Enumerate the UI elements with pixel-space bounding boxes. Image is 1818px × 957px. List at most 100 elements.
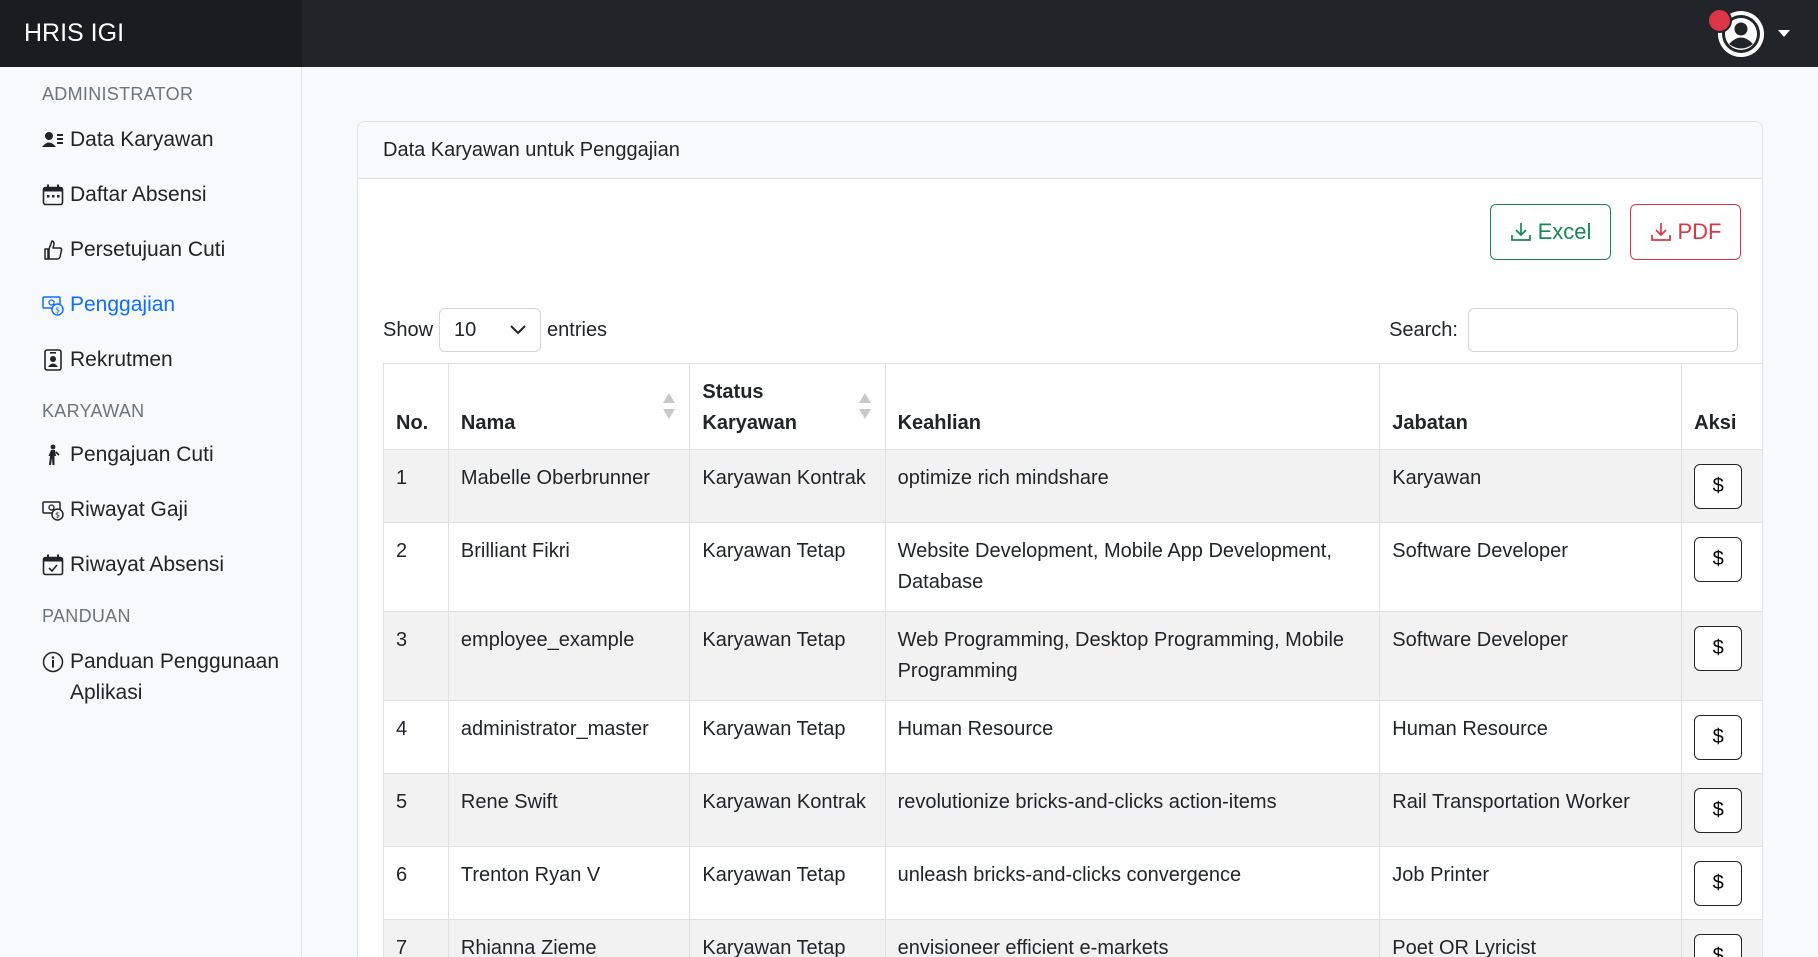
sidebar-item-label: Penggajian <box>70 293 176 316</box>
cell-nama: Rhianna Zieme <box>447 919 691 957</box>
pay-salary-button[interactable]: $ <box>1694 537 1743 582</box>
export-pdf-label: PDF <box>1677 219 1722 244</box>
cell-aksi: $ <box>1681 773 1762 847</box>
table-row: 2 Brilliant Fikri Karyawan Tetap Website De… <box>383 522 1762 612</box>
cell-aksi: $ <box>1681 846 1762 920</box>
pay-salary-button[interactable]: $ <box>1694 715 1743 760</box>
sidebar-item-label: Riwayat Gaji <box>70 498 188 521</box>
column-header-aksi[interactable]: Aksi <box>1681 363 1762 450</box>
pay-salary-button[interactable]: $ <box>1694 934 1743 957</box>
cell-nama: administrator_master <box>447 700 691 774</box>
person-badge-icon <box>42 349 64 371</box>
table-row: 6 Trenton Ryan V Karyawan Tetap unleash bri… <box>383 846 1762 920</box>
notification-badge <box>1707 7 1732 33</box>
cell-nama: Trenton Ryan V <box>447 846 691 920</box>
export-excel-label: Excel <box>1537 219 1592 244</box>
calendar-icon <box>42 184 64 206</box>
cell-jabatan: Rail Transportation Worker <box>1379 773 1683 847</box>
cell-aksi: $ <box>1681 522 1762 612</box>
sidebar-item-label: Persetujuan Cuti <box>70 238 226 261</box>
cell-keahlian: Website Development, Mobile App Developm… <box>884 522 1381 612</box>
cell-status: Karyawan Tetap <box>689 919 886 957</box>
cell-nama: Brilliant Fikri <box>447 522 691 612</box>
cell-no: 5 <box>383 773 449 847</box>
sidebar-item-penggajian[interactable]: $ Penggajian <box>42 289 292 320</box>
column-header-keahlian[interactable]: Keahlian <box>884 363 1381 450</box>
cell-keahlian: unleash bricks-and-clicks convergence <box>884 846 1381 920</box>
chevron-down-icon[interactable] <box>1778 30 1790 37</box>
cell-aksi: $ <box>1681 611 1762 701</box>
sidebar-item-pengajuan-cuti[interactable]: Pengajuan Cuti <box>42 439 292 470</box>
cell-keahlian: optimize rich mindshare <box>884 449 1381 523</box>
table-row: 7 Rhianna Zieme Karyawan Tetap envisioneer … <box>383 919 1762 957</box>
export-excel-button[interactable]: Excel <box>1490 204 1611 260</box>
cell-jabatan: Poet OR Lyricist <box>1379 919 1683 957</box>
card-title: Data Karyawan untuk Penggajian <box>358 122 1762 179</box>
cell-no: 6 <box>383 846 449 920</box>
cell-nama: employee_example <box>447 611 691 701</box>
sidebar-item-label: Pengajuan Cuti <box>70 443 214 466</box>
pay-salary-button[interactable]: $ <box>1694 464 1743 509</box>
cell-aksi: $ <box>1681 919 1762 957</box>
sidebar-heading-karyawan: KARYAWAN <box>42 401 145 421</box>
sidebar-item-riwayat-absensi[interactable]: Riwayat Absensi <box>42 549 292 580</box>
cell-jabatan: Karyawan <box>1379 449 1683 523</box>
sidebar-item-panduan-penggunaan[interactable]: Panduan Penggunaan Aplikasi <box>42 646 292 708</box>
export-pdf-button[interactable]: PDF <box>1630 204 1741 260</box>
show-label: Show <box>383 318 434 341</box>
user-menu-toggle[interactable] <box>1707 6 1790 61</box>
pay-salary-button[interactable]: $ <box>1694 788 1743 833</box>
cell-status: Karyawan Tetap <box>689 700 886 774</box>
person-walking-icon <box>42 444 64 466</box>
cell-no: 3 <box>383 611 449 701</box>
sidebar-heading-administrator: ADMINISTRATOR <box>42 84 194 104</box>
sidebar-item-persetujuan-cuti[interactable]: Persetujuan Cuti <box>42 234 292 265</box>
sidebar-heading-panduan: PANDUAN <box>42 606 131 626</box>
pay-salary-button[interactable]: $ <box>1694 626 1743 671</box>
sidebar-item-data-karyawan[interactable]: Data Karyawan <box>42 124 292 155</box>
thumbs-up-icon <box>42 239 64 261</box>
search-input[interactable] <box>1468 308 1738 352</box>
column-header-status[interactable]: Status Karyawan <box>689 363 886 450</box>
table-row: 3 employee_example Karyawan Tetap Web Progr… <box>383 611 1762 701</box>
cell-no: 1 <box>383 449 449 523</box>
cell-jabatan: Human Resource <box>1379 700 1683 774</box>
column-header-jabatan[interactable]: Jabatan <box>1379 363 1683 450</box>
cell-keahlian: revolutionize bricks-and-clicks action-i… <box>884 773 1381 847</box>
download-icon <box>1510 223 1531 241</box>
user-avatar-icon[interactable] <box>1707 7 1766 59</box>
cell-jabatan: Job Printer <box>1379 846 1683 920</box>
sidebar-item-rekrutmen[interactable]: Rekrutmen <box>42 344 292 375</box>
entries-label: entries <box>547 318 608 341</box>
sidebar-item-label: Panduan Penggunaan Aplikasi <box>70 650 280 704</box>
brand-title[interactable]: HRIS IGI <box>0 0 302 67</box>
cell-status: Karyawan Tetap <box>689 611 886 701</box>
svg-text:$: $ <box>55 306 60 315</box>
svg-text:$: $ <box>55 511 60 520</box>
cell-aksi: $ <box>1681 700 1762 774</box>
cell-no: 4 <box>383 700 449 774</box>
sidebar-item-daftar-absensi[interactable]: Daftar Absensi <box>42 179 292 210</box>
sidebar-item-label: Data Karyawan <box>70 128 214 151</box>
cell-status: Karyawan Tetap <box>689 846 886 920</box>
pay-salary-button[interactable]: $ <box>1694 861 1743 906</box>
entries-select[interactable]: 10 <box>439 308 542 352</box>
cell-status: Karyawan Kontrak <box>689 449 886 523</box>
sidebar-item-riwayat-gaji[interactable]: $ Riwayat Gaji <box>42 494 292 525</box>
cell-jabatan: Software Developer <box>1379 522 1683 612</box>
cell-keahlian: envisioneer efficient e-markets <box>884 919 1381 957</box>
column-header-no[interactable]: No. <box>383 363 449 450</box>
payroll-table: No. Nama Status Karyawan Keahlian Jabata… <box>383 363 1762 957</box>
sidebar-item-label: Rekrutmen <box>70 348 173 371</box>
top-navbar: HRIS IGI <box>0 0 1818 67</box>
sidebar-item-label: Riwayat Absensi <box>70 553 225 576</box>
cell-no: 2 <box>383 522 449 612</box>
cell-no: 7 <box>383 919 449 957</box>
entries-select-value: 10 <box>454 318 477 341</box>
cell-jabatan: Software Developer <box>1379 611 1683 701</box>
sidebar-item-label: Daftar Absensi <box>70 183 207 206</box>
table-body: 1 Mabelle Oberbrunner Karyawan Kontrak opti… <box>383 449 1762 957</box>
cell-status: Karyawan Tetap <box>689 522 886 612</box>
column-header-nama[interactable]: Nama <box>447 363 691 450</box>
cell-status: Karyawan Kontrak <box>689 773 886 847</box>
